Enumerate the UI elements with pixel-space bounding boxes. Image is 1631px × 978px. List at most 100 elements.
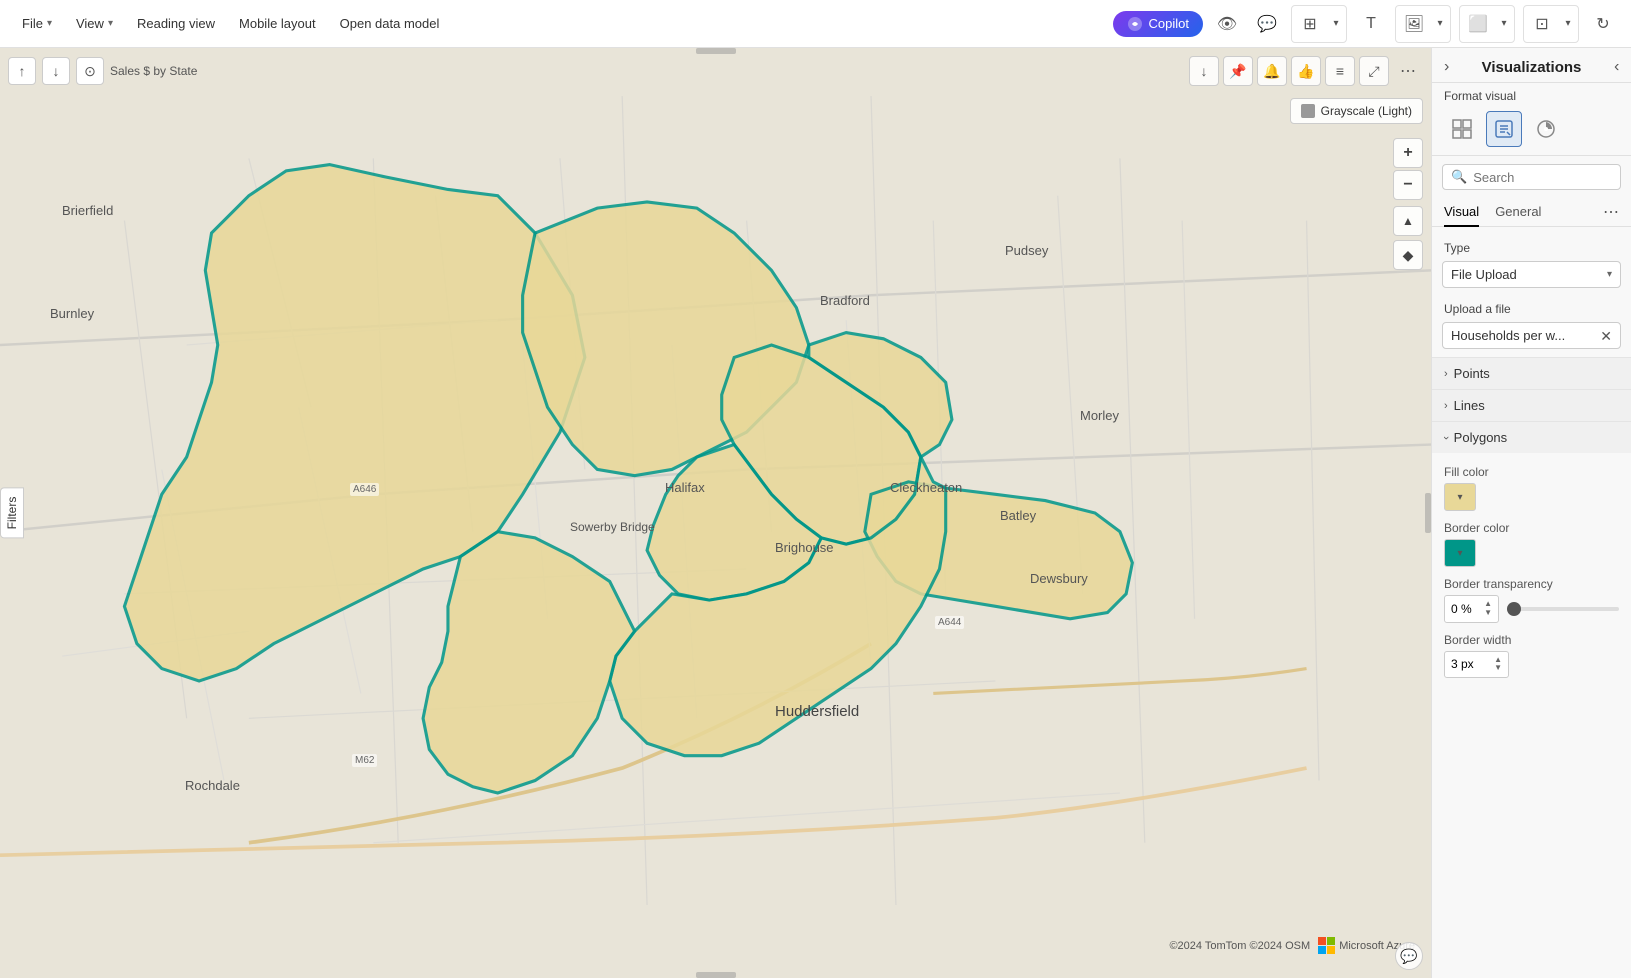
viz-type-icons xyxy=(1432,107,1631,156)
icon-group-1: ⊞ ▾ xyxy=(1291,5,1347,43)
fill-swatch-arrow: ▾ xyxy=(1457,492,1462,503)
points-section[interactable]: › Points xyxy=(1432,357,1631,389)
view-chevron: ▾ xyxy=(108,18,113,29)
lines-section[interactable]: › Lines xyxy=(1432,389,1631,421)
view-menu[interactable]: View ▾ xyxy=(66,12,123,35)
zoom-out-btn[interactable]: − xyxy=(1393,170,1423,200)
chart-up-icon[interactable]: ↑ xyxy=(8,57,36,85)
view-toggle-btn[interactable]: ⊞ xyxy=(1294,8,1326,40)
button-btn[interactable]: ⊡ xyxy=(1526,8,1558,40)
transparency-thumb[interactable] xyxy=(1507,602,1521,616)
transparency-spinner[interactable]: ▲ ▼ xyxy=(1484,600,1492,618)
map-expand-icon[interactable]: ⤢ xyxy=(1359,56,1389,86)
grid-icon xyxy=(1451,118,1473,140)
copilot-button[interactable]: Copilot xyxy=(1113,11,1203,37)
mobile-layout-btn[interactable]: Mobile layout xyxy=(229,12,326,35)
border-width-row: 3 px ▲ ▼ xyxy=(1432,649,1631,685)
insert-btn[interactable]: 🖼 xyxy=(1398,8,1430,40)
map-bell-icon[interactable]: 🔔 xyxy=(1257,56,1287,86)
panel-collapse-btn[interactable]: ‹ xyxy=(1444,58,1449,76)
view-chevron-btn[interactable]: ▾ xyxy=(1328,8,1344,40)
tab-visual[interactable]: Visual xyxy=(1444,198,1479,227)
location-btn[interactable]: ◆ xyxy=(1393,240,1423,270)
text-btn[interactable]: T xyxy=(1355,8,1387,40)
insert-chevron-btn[interactable]: ▾ xyxy=(1432,8,1448,40)
points-label: Points xyxy=(1454,366,1490,381)
viz-panel-header: ‹ Visualizations › xyxy=(1432,48,1631,83)
search-input[interactable] xyxy=(1473,170,1612,185)
copilot-icon xyxy=(1127,16,1143,32)
map-filter-icon[interactable]: ≡ xyxy=(1325,56,1355,86)
viz-search-box[interactable]: 🔍 xyxy=(1442,164,1621,190)
analytics-icon xyxy=(1535,118,1557,140)
points-chevron-icon: › xyxy=(1444,368,1448,380)
map-right-controls: ↓ 📌 🔔 👍 ≡ ⤢ ⋯ xyxy=(1189,56,1423,86)
border-width-input[interactable]: 3 px ▲ ▼ xyxy=(1444,651,1509,679)
sq-red xyxy=(1318,937,1326,945)
border-transparency-label: Border transparency xyxy=(1432,573,1631,593)
chart-focus-icon[interactable]: ⊙ xyxy=(76,57,104,85)
grayscale-badge: Grayscale (Light) xyxy=(1290,98,1423,124)
upload-clear-btn[interactable]: ✕ xyxy=(1600,329,1612,343)
open-data-model-btn[interactable]: Open data model xyxy=(330,12,450,35)
panel-expand-right-btn[interactable]: › xyxy=(1614,58,1619,76)
upload-value: Households per w... xyxy=(1451,328,1565,343)
file-menu[interactable]: File ▾ xyxy=(12,12,62,35)
main-content: Brierfield Burnley Bradford Pudsey Morle… xyxy=(0,48,1631,978)
map-pin-icon[interactable]: 📌 xyxy=(1223,56,1253,86)
transparency-slider[interactable] xyxy=(1507,607,1619,611)
file-chevron: ▾ xyxy=(47,18,52,29)
format-icon xyxy=(1493,118,1515,140)
polygons-section[interactable]: › Polygons xyxy=(1432,421,1631,453)
map-title-text: Sales $ by State xyxy=(110,64,197,78)
chart-down-icon[interactable]: ↓ xyxy=(42,57,70,85)
map-zoom-controls: + − ▲ ◆ xyxy=(1393,138,1423,270)
upload-label: Upload a file xyxy=(1432,296,1631,320)
map-download-icon[interactable]: ↓ xyxy=(1189,56,1219,86)
polygons-content: Fill color ▾ Border color ▾ Border trans… xyxy=(1432,453,1631,692)
border-transparency-row: 0 % ▲ ▼ xyxy=(1432,593,1631,629)
viz-icon-analytics[interactable] xyxy=(1528,111,1564,147)
view-label: View xyxy=(76,16,104,31)
tab-more-btn[interactable]: ⋯ xyxy=(1603,202,1619,222)
refresh-btn[interactable]: ↻ xyxy=(1587,8,1619,40)
compass-btn[interactable]: ▲ xyxy=(1393,206,1423,236)
icon-group-3: ⬜ ▾ xyxy=(1459,5,1515,43)
lines-label: Lines xyxy=(1454,398,1485,413)
fill-color-swatch[interactable]: ▾ xyxy=(1444,483,1476,511)
viz-icon-grid[interactable] xyxy=(1444,111,1480,147)
zoom-in-btn[interactable]: + xyxy=(1393,138,1423,168)
polygons-chevron-icon: › xyxy=(1440,436,1452,440)
binoculars-btn[interactable]: 👁 xyxy=(1211,8,1243,40)
type-dropdown[interactable]: File Upload ▾ xyxy=(1442,261,1621,288)
border-color-row: ▾ xyxy=(1432,537,1631,573)
map-toolbar: ↑ ↓ ⊙ Sales $ by State ↓ 📌 🔔 👍 ≡ ⤢ ⋯ xyxy=(8,56,1423,86)
format-visual-label: Format visual xyxy=(1432,83,1631,107)
transparency-input[interactable]: 0 % ▲ ▼ xyxy=(1444,595,1499,623)
reading-view-btn[interactable]: Reading view xyxy=(127,12,225,35)
shape-btn[interactable]: ⬜ xyxy=(1462,8,1494,40)
comment-btn[interactable]: 💬 xyxy=(1251,8,1283,40)
transparency-input-row: 0 % ▲ ▼ xyxy=(1444,595,1619,623)
copyright-text: ©2024 TomTom ©2024 OSM xyxy=(1169,940,1310,952)
border-width-spinner[interactable]: ▲ ▼ xyxy=(1494,656,1502,674)
lines-chevron-icon: › xyxy=(1444,400,1448,412)
resize-handle-bottom[interactable] xyxy=(696,972,736,978)
polygons-label: Polygons xyxy=(1454,430,1507,445)
viz-tabs: Visual General ⋯ xyxy=(1432,198,1631,227)
map-like-icon[interactable]: 👍 xyxy=(1291,56,1321,86)
map-more-icon[interactable]: ⋯ xyxy=(1393,56,1423,86)
file-label: File xyxy=(22,16,43,31)
map-chat-icon[interactable]: 💬 xyxy=(1395,942,1423,970)
filters-tab-container: Filters xyxy=(0,488,24,539)
viz-panel-title: Visualizations xyxy=(1482,59,1582,76)
tab-general[interactable]: General xyxy=(1495,198,1541,227)
button-chevron-btn[interactable]: ▾ xyxy=(1560,8,1576,40)
filters-tab[interactable]: Filters xyxy=(0,488,24,539)
viz-icon-format[interactable] xyxy=(1486,111,1522,147)
open-data-model-label: Open data model xyxy=(340,16,440,31)
map-svg xyxy=(0,48,1431,978)
border-color-swatch[interactable]: ▾ xyxy=(1444,539,1476,567)
shape-chevron-btn[interactable]: ▾ xyxy=(1496,8,1512,40)
resize-handle-top[interactable] xyxy=(696,48,736,54)
